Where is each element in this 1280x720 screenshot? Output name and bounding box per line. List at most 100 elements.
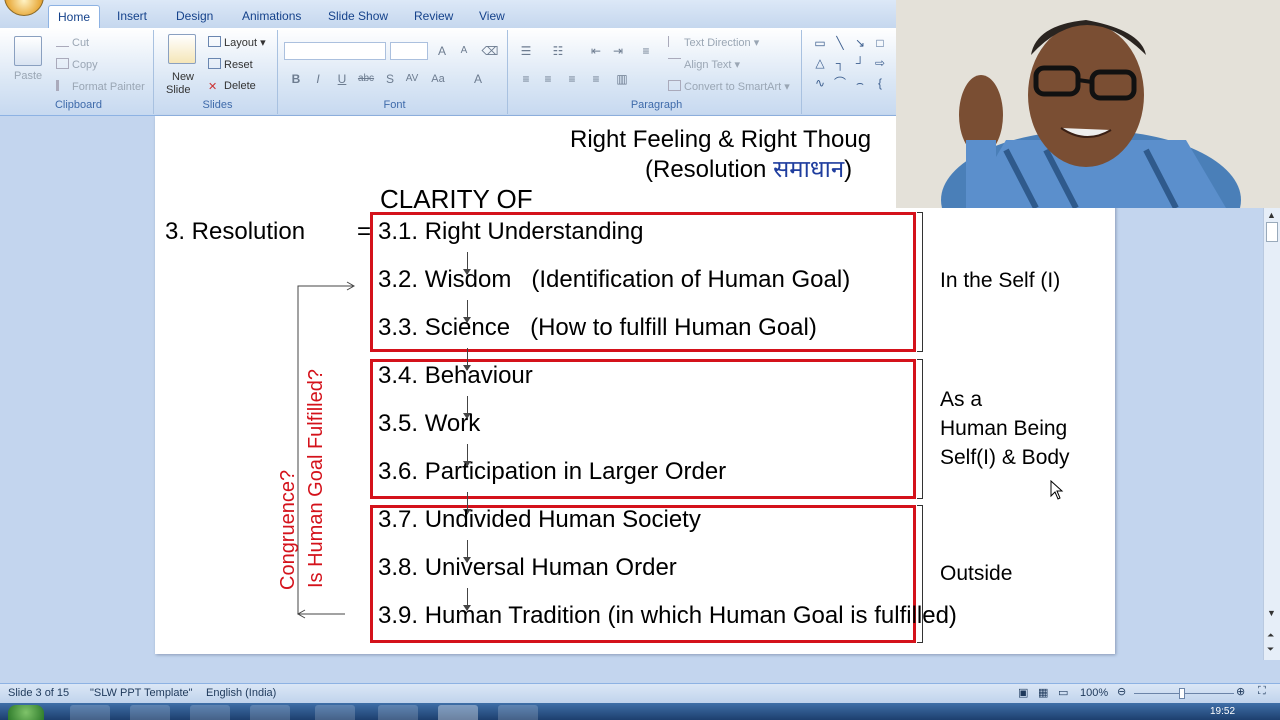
- normal-view-icon[interactable]: ▣: [1018, 686, 1028, 699]
- taskbar-explorer-icon[interactable]: [130, 705, 170, 720]
- start-button[interactable]: [8, 705, 44, 720]
- zoom-slider-thumb[interactable]: [1179, 688, 1185, 699]
- new-slide-label-1[interactable]: New: [172, 71, 194, 83]
- bold-icon[interactable]: B: [286, 70, 306, 88]
- taskbar-chrome-icon[interactable]: [315, 705, 355, 720]
- delete-label: Delete: [224, 80, 256, 92]
- strikethrough-icon[interactable]: abc: [356, 70, 376, 88]
- tab-animations[interactable]: Animations: [233, 5, 310, 28]
- text-shadow-icon[interactable]: S: [380, 70, 400, 88]
- align-right-icon[interactable]: ≡: [562, 70, 582, 88]
- presenter-video-feed: [896, 0, 1280, 208]
- layout-button[interactable]: Layout ▾: [208, 36, 266, 49]
- font-name-combo[interactable]: [284, 42, 386, 60]
- text-direction-icon: [668, 36, 681, 47]
- line-spacing-icon[interactable]: ≡: [636, 42, 656, 60]
- align-text-label: Align Text: [684, 59, 732, 71]
- zoom-level[interactable]: 100%: [1080, 687, 1108, 699]
- shape-brace-icon[interactable]: {: [870, 74, 890, 92]
- taskbar-clock: 19:52: [1210, 706, 1236, 717]
- shape-arrow-icon[interactable]: ↘: [850, 34, 870, 52]
- delete-button[interactable]: ✕ Delete: [208, 80, 256, 93]
- mouse-cursor-icon: [1050, 480, 1064, 500]
- scroll-down-icon[interactable]: ▼: [1267, 608, 1276, 618]
- tab-insert[interactable]: Insert: [108, 5, 156, 28]
- copy-label: Copy: [72, 59, 98, 71]
- shape-line-icon[interactable]: ╲: [830, 34, 850, 52]
- taskbar-skype-icon[interactable]: [378, 705, 418, 720]
- side-label-congruence: Congruence?: [277, 469, 299, 590]
- italic-icon[interactable]: I: [308, 70, 328, 88]
- tab-view[interactable]: View: [470, 5, 514, 28]
- slide-show-icon[interactable]: ▭: [1058, 686, 1068, 699]
- scissors-icon: [56, 36, 69, 47]
- align-left-icon[interactable]: ≡: [516, 70, 536, 88]
- tab-design[interactable]: Design: [167, 5, 222, 28]
- reset-icon: [208, 58, 221, 69]
- font-size-combo[interactable]: [390, 42, 428, 60]
- convert-smartart-button[interactable]: Convert to SmartArt ▾: [668, 80, 790, 93]
- taskbar-powerpoint-icon[interactable]: [438, 705, 478, 720]
- shape-connector-icon[interactable]: ┐: [830, 54, 850, 72]
- new-slide-label-2[interactable]: Slide: [166, 84, 190, 96]
- ribbon-tab-bar: Home Insert Design Animations Slide Show…: [0, 0, 900, 28]
- bullets-icon[interactable]: ☰: [516, 42, 536, 60]
- new-slide-icon[interactable]: [168, 34, 196, 64]
- character-spacing-icon[interactable]: AV: [402, 70, 422, 88]
- scroll-up-icon[interactable]: ▲: [1267, 210, 1276, 220]
- paste-button[interactable]: Paste: [14, 70, 42, 82]
- align-center-icon[interactable]: ≡: [538, 70, 558, 88]
- fit-slide-icon[interactable]: ⛶: [1258, 685, 1266, 698]
- shrink-font-icon[interactable]: A: [454, 42, 474, 60]
- cut-label: Cut: [72, 37, 90, 49]
- numbering-icon[interactable]: ☷: [548, 42, 568, 60]
- reset-label: Reset: [224, 59, 253, 71]
- font-color-icon[interactable]: A: [468, 70, 488, 88]
- side-label-goal-fulfilled: Is Human Goal Fulfilled?: [305, 369, 327, 588]
- shape-curve-icon[interactable]: ∿: [810, 74, 830, 92]
- slides-group-label: Slides: [202, 99, 233, 111]
- paste-icon[interactable]: [14, 36, 42, 66]
- underline-icon[interactable]: U: [332, 70, 352, 88]
- text-direction-button[interactable]: Text Direction ▾: [668, 36, 759, 49]
- align-text-button[interactable]: Align Text ▾: [668, 58, 740, 71]
- tab-slide-show[interactable]: Slide Show: [319, 5, 397, 28]
- grow-font-icon[interactable]: A: [432, 42, 452, 60]
- clear-formatting-icon[interactable]: ⌫: [480, 42, 500, 60]
- language-indicator[interactable]: English (India): [206, 687, 276, 699]
- scroll-thumb[interactable]: [1266, 222, 1278, 242]
- shape-elbow-icon[interactable]: ┘: [850, 54, 870, 72]
- tab-home[interactable]: Home: [48, 5, 101, 28]
- taskbar-ie-icon[interactable]: [70, 705, 110, 720]
- shape-rectangle-icon[interactable]: ▭: [810, 34, 830, 52]
- shape-triangle-icon[interactable]: △: [810, 54, 830, 72]
- copy-button[interactable]: Copy: [56, 58, 98, 71]
- change-case-icon[interactable]: Aa: [428, 70, 448, 88]
- columns-icon[interactable]: ▥: [612, 70, 632, 88]
- zoom-out-icon[interactable]: ⊖: [1117, 685, 1126, 698]
- shape-right-arrow-icon[interactable]: ⇨: [870, 54, 890, 72]
- reset-button[interactable]: Reset: [208, 58, 253, 71]
- zoom-in-icon[interactable]: ⊕: [1236, 685, 1245, 698]
- decrease-indent-icon[interactable]: ⇤: [586, 42, 606, 60]
- vertical-scrollbar[interactable]: ▲ ▼ ⏶ ⏷: [1263, 208, 1280, 660]
- ribbon: Paste Cut Copy Format Painter Clipboard …: [0, 28, 900, 116]
- taskbar-app-icon[interactable]: [498, 705, 538, 720]
- delete-icon: ✕: [208, 81, 218, 93]
- cut-button[interactable]: Cut: [56, 36, 89, 49]
- previous-slide-icon[interactable]: ⏶: [1267, 630, 1274, 641]
- slide-sorter-icon[interactable]: ▦: [1038, 686, 1048, 699]
- shape-arc-icon[interactable]: ⌒: [830, 74, 850, 92]
- justify-icon[interactable]: ≡: [586, 70, 606, 88]
- format-painter-button[interactable]: Format Painter: [56, 80, 145, 93]
- taskbar-firefox-icon[interactable]: [190, 705, 230, 720]
- paragraph-group: ☰ ☷ ⇤ ⇥ ≡ ≡ ≡ ≡ ≡ ▥ Text Direction ▾ Ali…: [512, 30, 802, 114]
- shape-wave-icon[interactable]: ⌢: [850, 74, 870, 92]
- tab-review[interactable]: Review: [405, 5, 462, 28]
- shape-box-icon[interactable]: □: [870, 34, 890, 52]
- drawing-group: ▭ ╲ ↘ □ △ ┐ ┘ ⇨ ∿ ⌒ ⌢ {: [806, 30, 900, 114]
- next-slide-icon[interactable]: ⏷: [1267, 644, 1274, 655]
- increase-indent-icon[interactable]: ⇥: [608, 42, 628, 60]
- taskbar-files-icon[interactable]: [250, 705, 290, 720]
- status-bar: Slide 3 of 15 "SLW PPT Template" English…: [0, 683, 1280, 703]
